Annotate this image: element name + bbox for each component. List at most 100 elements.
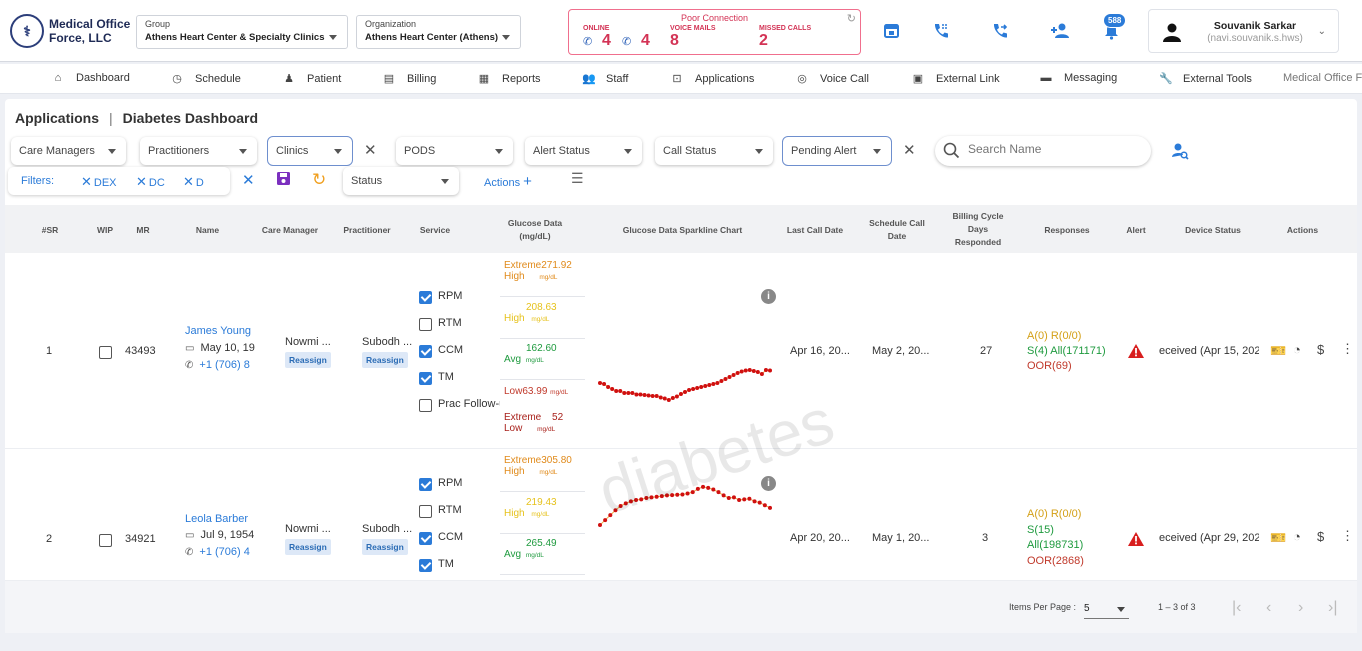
nav-messaging[interactable]: ▬ Messaging [1040, 72, 1118, 84]
col-alert[interactable]: Alert [1120, 224, 1152, 237]
patient-phone[interactable]: ✆ +1 (706) 8 [185, 359, 255, 371]
user-menu[interactable]: Souvanik Sarkar (navi.souvanik.s.hws) ⌄ [1148, 9, 1339, 53]
more-options-icon[interactable]: ⋮ [1341, 528, 1354, 544]
col-last-call-date[interactable]: Last Call Date [779, 224, 851, 237]
previous-page-icon[interactable]: ‹ [1266, 599, 1271, 617]
next-page-icon[interactable]: › [1298, 599, 1303, 617]
billing-dollar-icon[interactable]: $ [1317, 529, 1324, 544]
call-status-select[interactable]: Call Status [655, 137, 773, 165]
service-tm-checkbox[interactable] [419, 372, 432, 385]
online-count-b[interactable]: 4 [641, 32, 650, 50]
timer-icon[interactable]: ◔ [1293, 342, 1301, 357]
alert-status-select[interactable]: Alert Status [525, 137, 642, 165]
reassign-care-manager-button[interactable]: Reassign [285, 352, 331, 368]
col-schedule-call-date[interactable]: Schedule Call Date [860, 217, 934, 243]
care-managers-select[interactable]: Care Managers [11, 137, 126, 165]
patient-name-link[interactable]: James Young [185, 325, 251, 337]
filter-chip-dc[interactable]: ✕ DC [136, 174, 165, 190]
billing-dollar-icon[interactable]: $ [1317, 342, 1324, 357]
voicemail-count[interactable]: 8 [670, 32, 679, 50]
nav-voice-call[interactable]: ◎ Voice Call [796, 72, 869, 86]
nav-reports[interactable]: ▦ Reports [478, 72, 541, 86]
user-search-icon[interactable] [1171, 142, 1189, 160]
reassign-practitioner-button[interactable]: Reassign [362, 352, 408, 368]
search-name-input[interactable] [968, 142, 1138, 156]
col-device-status[interactable]: Device Status [1173, 224, 1253, 237]
missed-calls-count[interactable]: 2 [759, 32, 768, 50]
col-mr[interactable]: MR [128, 224, 158, 237]
ticket-icon[interactable]: 🎫 [1270, 530, 1286, 546]
service-rtm-checkbox[interactable] [419, 505, 432, 518]
pods-select[interactable]: PODS [396, 137, 513, 165]
filter-chip-d[interactable]: ✕ D [183, 174, 204, 190]
dialpad-phone-icon[interactable] [932, 22, 950, 45]
organization-select[interactable]: Organization Athens Heart Center (Athens… [356, 15, 521, 49]
col-actions[interactable]: Actions [1280, 224, 1325, 237]
pending-alert-select[interactable]: Pending Alert [782, 136, 892, 166]
close-icon[interactable]: ✕ [81, 174, 92, 189]
col-wip[interactable]: WIP [90, 224, 120, 237]
service-tm-checkbox[interactable] [419, 559, 432, 572]
nav-applications[interactable]: ⊡ Applications [671, 72, 754, 86]
col-billing-cycle[interactable]: Billing Cycle Days Responded [943, 210, 1013, 249]
service-ccm-checkbox[interactable] [419, 345, 432, 358]
nav-billing[interactable]: ▤ Billing [383, 72, 437, 86]
phone-forward-icon[interactable] [991, 22, 1009, 45]
online-count-a[interactable]: 4 [602, 32, 611, 50]
nav-external-link[interactable]: ▣ External Link [912, 72, 1000, 86]
refresh-icon[interactable]: ↻ [847, 12, 856, 25]
patient-phone[interactable]: ✆ +1 (706) 4 [185, 546, 255, 558]
nav-staff[interactable]: 👥 Staff [582, 72, 628, 86]
breadcrumb-root[interactable]: Applications [15, 110, 99, 126]
company-logo[interactable]: ⚕ Medical Office Force, LLC [10, 14, 130, 48]
service-ccm-checkbox[interactable] [419, 532, 432, 545]
timer-icon[interactable]: ◔ [1293, 529, 1301, 544]
wip-checkbox[interactable] [99, 534, 112, 547]
service-rpm-checkbox[interactable] [419, 478, 432, 491]
reassign-care-manager-button[interactable]: Reassign [285, 539, 331, 555]
nav-dashboard[interactable]: ⌂ Dashboard [52, 72, 130, 84]
nav-external-tools[interactable]: 🔧 External Tools [1159, 72, 1252, 86]
add-user-icon[interactable] [1050, 22, 1070, 44]
reassign-practitioner-button[interactable]: Reassign [362, 539, 408, 555]
col-sr[interactable]: #SR [35, 224, 65, 237]
clear-pending-alert-icon[interactable]: ✕ [903, 141, 916, 159]
col-glucose-data[interactable]: Glucose Data (mg/dL) [495, 217, 575, 243]
col-responses[interactable]: Responses [1032, 224, 1102, 237]
clear-clinics-icon[interactable]: ✕ [364, 141, 377, 159]
col-service[interactable]: Service [410, 224, 460, 237]
col-practitioner[interactable]: Practitioner [335, 224, 399, 237]
refresh-icon[interactable]: ↻ [312, 170, 326, 190]
more-options-icon[interactable]: ⋮ [1341, 341, 1354, 357]
col-name[interactable]: Name [185, 224, 230, 237]
group-select[interactable]: Group Athens Heart Center & Specialty Cl… [136, 15, 348, 49]
nav-patient[interactable]: ♟ Patient [283, 72, 341, 86]
col-care-manager[interactable]: Care Manager [253, 224, 327, 237]
first-page-icon[interactable]: |‹ [1232, 599, 1241, 617]
items-per-page-select[interactable]: 5 [1084, 601, 1129, 619]
calendar-icon[interactable] [883, 22, 900, 44]
ticket-icon[interactable]: 🎫 [1270, 343, 1286, 359]
nav-medical-office[interactable]: Medical Office Fo [1283, 72, 1362, 84]
status-select[interactable]: Status [343, 167, 459, 195]
nav-schedule[interactable]: ◷ Schedule [171, 72, 241, 86]
close-icon[interactable]: ✕ [136, 174, 147, 189]
wip-checkbox[interactable] [99, 346, 112, 359]
close-icon[interactable]: ✕ [183, 174, 194, 189]
practitioners-select[interactable]: Practitioners [140, 137, 257, 165]
service-rpm-checkbox[interactable] [419, 291, 432, 304]
col-sparkline[interactable]: Glucose Data Sparkline Chart [605, 224, 760, 237]
service-rtm-checkbox[interactable] [419, 318, 432, 331]
service-prac-followup-checkbox[interactable] [419, 399, 432, 412]
save-icon[interactable] [276, 171, 291, 190]
notification-badge[interactable]: 588 [1103, 13, 1127, 28]
clinics-select[interactable]: Clinics [267, 136, 353, 166]
clear-filters-icon[interactable]: ✕ [242, 171, 255, 189]
warning-icon[interactable] [1127, 531, 1145, 547]
patient-name-link[interactable]: Leola Barber [185, 513, 248, 525]
last-page-icon[interactable]: ›| [1328, 599, 1337, 617]
column-menu-icon[interactable]: ☰ [571, 170, 584, 187]
actions-menu[interactable]: Actions + [484, 173, 532, 190]
warning-icon[interactable] [1127, 343, 1145, 359]
filter-chip-dex[interactable]: ✕ DEX [81, 174, 117, 190]
